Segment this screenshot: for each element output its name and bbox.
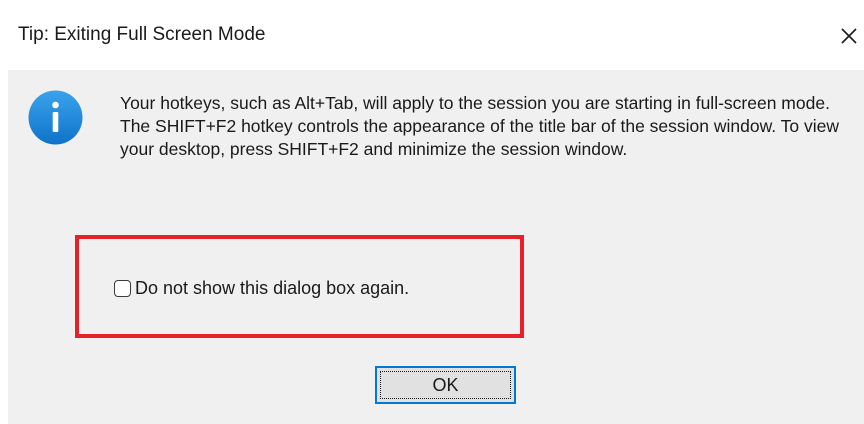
- info-icon: [28, 90, 83, 145]
- dont-show-again-checkbox[interactable]: [114, 280, 131, 297]
- title-bar: Tip: Exiting Full Screen Mode: [8, 8, 864, 70]
- ok-button-label: OK: [432, 374, 459, 395]
- tip-dialog: Tip: Exiting Full Screen Mode Your hotke…: [8, 8, 864, 424]
- dont-show-again-row[interactable]: Do not show this dialog box again.: [114, 278, 409, 299]
- dont-show-again-label[interactable]: Do not show this dialog box again.: [135, 278, 409, 299]
- close-icon: [841, 28, 857, 44]
- close-button[interactable]: [834, 16, 864, 56]
- dialog-title: Tip: Exiting Full Screen Mode: [18, 24, 266, 45]
- message-text: Your hotkeys, such as Alt+Tab, will appl…: [120, 93, 840, 159]
- ok-button[interactable]: OK: [375, 366, 516, 404]
